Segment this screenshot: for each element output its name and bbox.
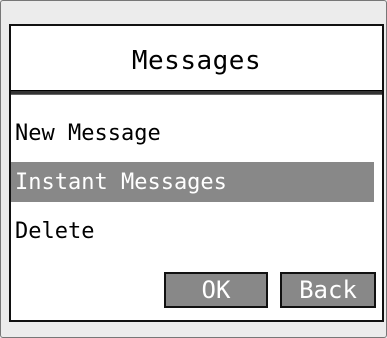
title-divider: [11, 90, 382, 95]
menu-item-label: Instant Messages: [15, 169, 227, 195]
title-bar: Messages: [11, 26, 382, 90]
back-button[interactable]: Back: [280, 272, 376, 308]
page-title: Messages: [131, 46, 262, 76]
messages-menu: New Message Instant Messages Delete: [11, 113, 382, 260]
menu-item-label: Delete: [15, 218, 95, 244]
menu-item-instant-messages[interactable]: Instant Messages: [11, 162, 374, 202]
menu-item-new-message[interactable]: New Message: [11, 113, 382, 153]
ok-button[interactable]: OK: [164, 272, 268, 308]
menu-item-label: New Message: [15, 120, 161, 146]
softkey-bar: OK Back: [164, 272, 376, 308]
device-frame: Messages New Message Instant Messages De…: [0, 0, 387, 338]
phone-screen: Messages New Message Instant Messages De…: [9, 24, 384, 322]
menu-item-delete[interactable]: Delete: [11, 211, 382, 251]
